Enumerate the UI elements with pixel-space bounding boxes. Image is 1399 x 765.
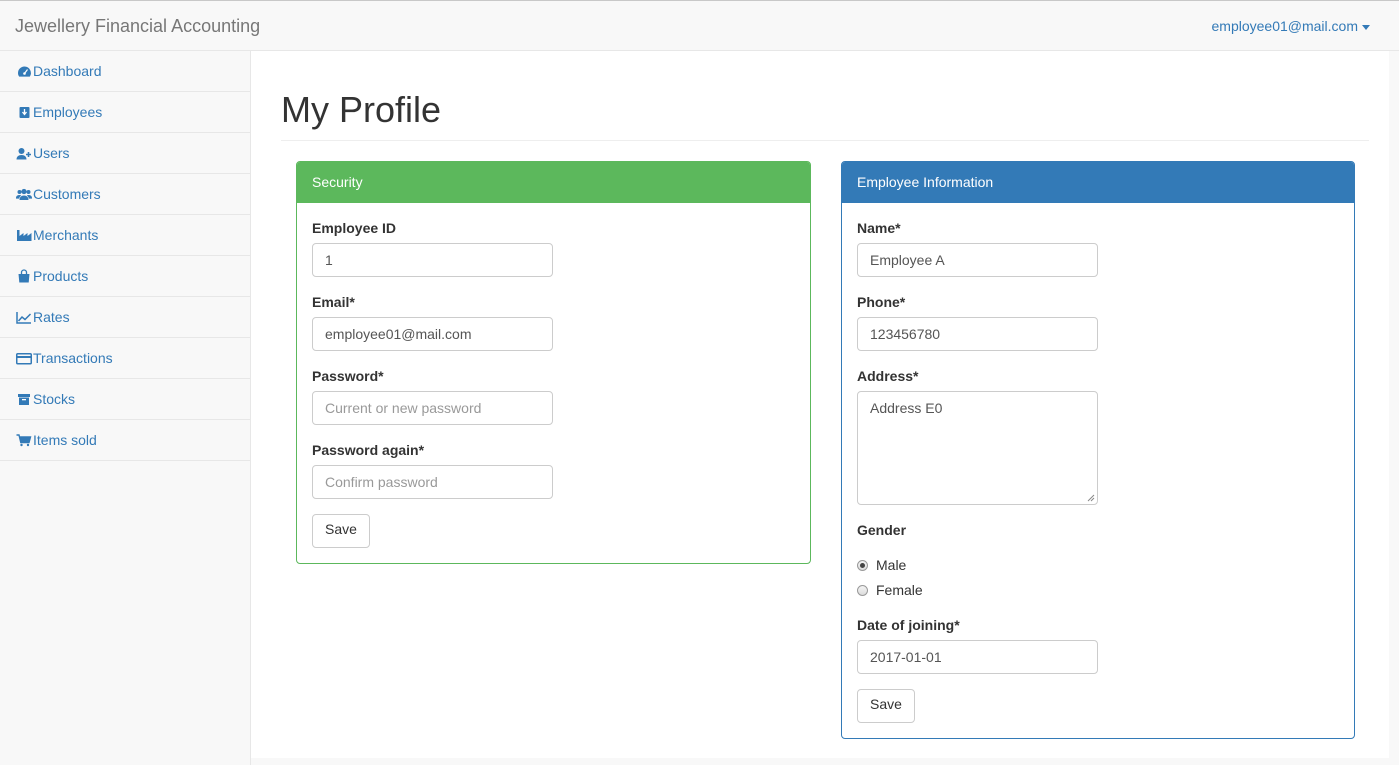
sidebar-item-label: Stocks	[33, 391, 76, 407]
sidebar-item-label: Merchants	[33, 227, 99, 243]
sidebar-item-employees[interactable]: Employees	[0, 92, 250, 133]
sidebar-item-label: Dashboard	[33, 63, 102, 79]
password-field[interactable]: Current or new password	[312, 391, 553, 425]
date-of-joining-label: Date of joining*	[857, 617, 960, 633]
sidebar-item-users[interactable]: Users	[0, 133, 250, 174]
resize-grip-icon[interactable]	[1087, 494, 1095, 502]
shopping-cart-icon	[16, 433, 32, 447]
user-menu-dropdown[interactable]: employee01@mail.com	[1212, 18, 1370, 34]
name-field[interactable]: Employee A	[857, 243, 1098, 277]
industry-icon	[16, 228, 32, 242]
sidebar: Dashboard Employees Users Customers Merc…	[0, 51, 251, 765]
password-label: Password*	[312, 368, 384, 384]
gender-label: Gender	[857, 522, 907, 538]
sidebar-item-label: Transactions	[33, 350, 113, 366]
sidebar-item-items-sold[interactable]: Items sold	[0, 420, 250, 461]
security-panel: Security Employee ID 1 Email* employee01…	[296, 161, 811, 564]
password-again-label: Password again*	[312, 442, 425, 458]
address-label: Address*	[857, 368, 919, 384]
sidebar-item-label: Products	[33, 268, 89, 284]
credit-card-icon	[16, 351, 32, 365]
security-panel-heading: Security	[297, 162, 810, 203]
add-user-icon	[16, 146, 32, 160]
sidebar-item-label: Rates	[33, 309, 70, 325]
title-divider	[281, 140, 1369, 141]
employee-info-save-button[interactable]: Save	[857, 689, 915, 723]
employee-info-panel-heading: Employee Information	[842, 162, 1354, 203]
sidebar-item-customers[interactable]: Customers	[0, 174, 250, 215]
sidebar-item-stocks[interactable]: Stocks	[0, 379, 250, 420]
phone-field[interactable]: 123456780	[857, 317, 1098, 351]
radio-button-checked[interactable]	[857, 559, 868, 571]
main-content: My Profile Security Employee ID 1 Email*…	[251, 51, 1389, 758]
gender-option-male[interactable]: Male	[857, 557, 906, 573]
sidebar-item-products[interactable]: Products	[0, 256, 250, 297]
sidebar-item-label: Employees	[33, 104, 103, 120]
employee-id-field[interactable]: 1	[312, 243, 553, 277]
employee-info-panel: Employee Information Name* Employee A Ph…	[841, 161, 1355, 739]
sidebar-item-label: Items sold	[33, 432, 97, 448]
top-navbar: Jewellery Financial Accounting employee0…	[0, 0, 1399, 51]
archive-icon	[16, 392, 32, 406]
caret-down-icon[interactable]	[1362, 24, 1370, 30]
radio-button[interactable]	[857, 584, 868, 596]
sidebar-item-dashboard[interactable]: Dashboard	[0, 51, 250, 92]
line-chart-icon	[16, 310, 32, 324]
sidebar-item-label: Customers	[33, 186, 101, 202]
date-of-joining-field[interactable]: 2017-01-01	[857, 640, 1098, 674]
shopping-bag-icon	[16, 269, 32, 283]
email-field[interactable]: employee01@mail.com	[312, 317, 553, 351]
sidebar-item-rates[interactable]: Rates	[0, 297, 250, 338]
employee-id-label: Employee ID	[312, 220, 397, 236]
password-again-field[interactable]: Confirm password	[312, 465, 553, 499]
badge-icon	[16, 105, 32, 119]
address-textarea[interactable]: Address E0	[857, 391, 1098, 505]
sidebar-item-transactions[interactable]: Transactions	[0, 338, 250, 379]
page-title: My Profile	[281, 89, 442, 130]
dashboard-icon	[16, 64, 32, 78]
sidebar-item-merchants[interactable]: Merchants	[0, 215, 250, 256]
email-label: Email*	[312, 294, 355, 310]
name-label: Name*	[857, 220, 901, 236]
app-brand[interactable]: Jewellery Financial Accounting	[15, 16, 260, 37]
phone-label: Phone*	[857, 294, 906, 310]
user-email[interactable]: employee01@mail.com	[1212, 18, 1359, 34]
sidebar-item-label: Users	[33, 145, 70, 161]
users-icon	[16, 187, 32, 201]
security-save-button[interactable]: Save	[312, 514, 370, 548]
gender-option-female[interactable]: Female	[857, 582, 923, 598]
